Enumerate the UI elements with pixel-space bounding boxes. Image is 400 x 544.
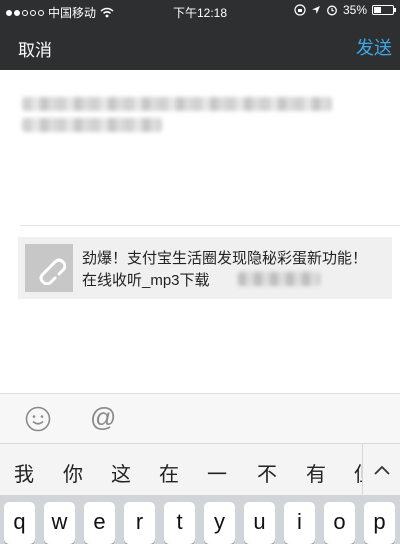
candidate-bar: 我 你 这 在 一 不 有 但 (0, 443, 400, 496)
share-compose-screen: 中国移动 下午12:18 35% 取消 发送 劲爆！支付宝生活圈发现隐秘彩蛋新功… (0, 0, 400, 544)
mention-button[interactable]: @ (90, 402, 116, 433)
blurred-text-line (22, 118, 162, 132)
key-t[interactable]: t (164, 502, 195, 544)
candidate-item[interactable]: 一 (207, 458, 227, 487)
smile-icon[interactable] (25, 406, 51, 432)
key-o[interactable]: o (324, 502, 355, 544)
expand-candidates-button[interactable] (362, 444, 400, 496)
alarm-icon (327, 5, 337, 16)
card-title: 劲爆！支付宝生活圈发现隐秘彩蛋新功能！ (82, 250, 368, 267)
key-p[interactable]: p (364, 502, 395, 544)
key-w[interactable]: w (44, 502, 75, 544)
status-right: 35% (294, 3, 396, 17)
shared-link-card: 劲爆！支付宝生活圈发现隐秘彩蛋新功能！ 在线收听_mp3下载 (18, 237, 392, 299)
battery-percent: 35% (342, 3, 367, 17)
divider (20, 225, 400, 226)
battery-icon (372, 5, 396, 15)
message-text-area[interactable] (0, 70, 400, 230)
input-accessory-bar: @ (0, 393, 400, 443)
battery-level (374, 7, 381, 13)
card-subtitle: 在线收听_mp3下载 (82, 272, 210, 289)
key-u[interactable]: u (244, 502, 275, 544)
key-r[interactable]: r (124, 502, 155, 544)
key-i[interactable]: i (284, 502, 315, 544)
blurred-text-line (22, 97, 332, 111)
candidate-item[interactable]: 你 (63, 458, 83, 487)
send-button[interactable]: 发送 (356, 34, 392, 60)
key-e[interactable]: e (84, 502, 115, 544)
candidate-item[interactable]: 有 (306, 458, 326, 487)
location-arrow-icon (311, 6, 320, 14)
candidate-item[interactable]: 在 (159, 458, 179, 487)
link-icon (39, 258, 66, 285)
candidate-item[interactable]: 这 (111, 458, 131, 487)
keyboard: q w e r t y u i o p (0, 495, 400, 544)
link-thumbnail (25, 244, 73, 292)
key-q[interactable]: q (4, 502, 35, 544)
cancel-button[interactable]: 取消 (18, 36, 52, 61)
chevron-up-icon (373, 465, 390, 475)
candidate-item[interactable]: 我 (14, 458, 34, 487)
candidate-item[interactable]: 不 (257, 458, 277, 487)
status-bar: 中国移动 下午12:18 35% (0, 0, 400, 22)
blurred-text (238, 272, 320, 286)
key-y[interactable]: y (204, 502, 235, 544)
top-bar: 中国移动 下午12:18 35% 取消 发送 (0, 0, 400, 70)
rotation-lock-icon (294, 4, 306, 16)
